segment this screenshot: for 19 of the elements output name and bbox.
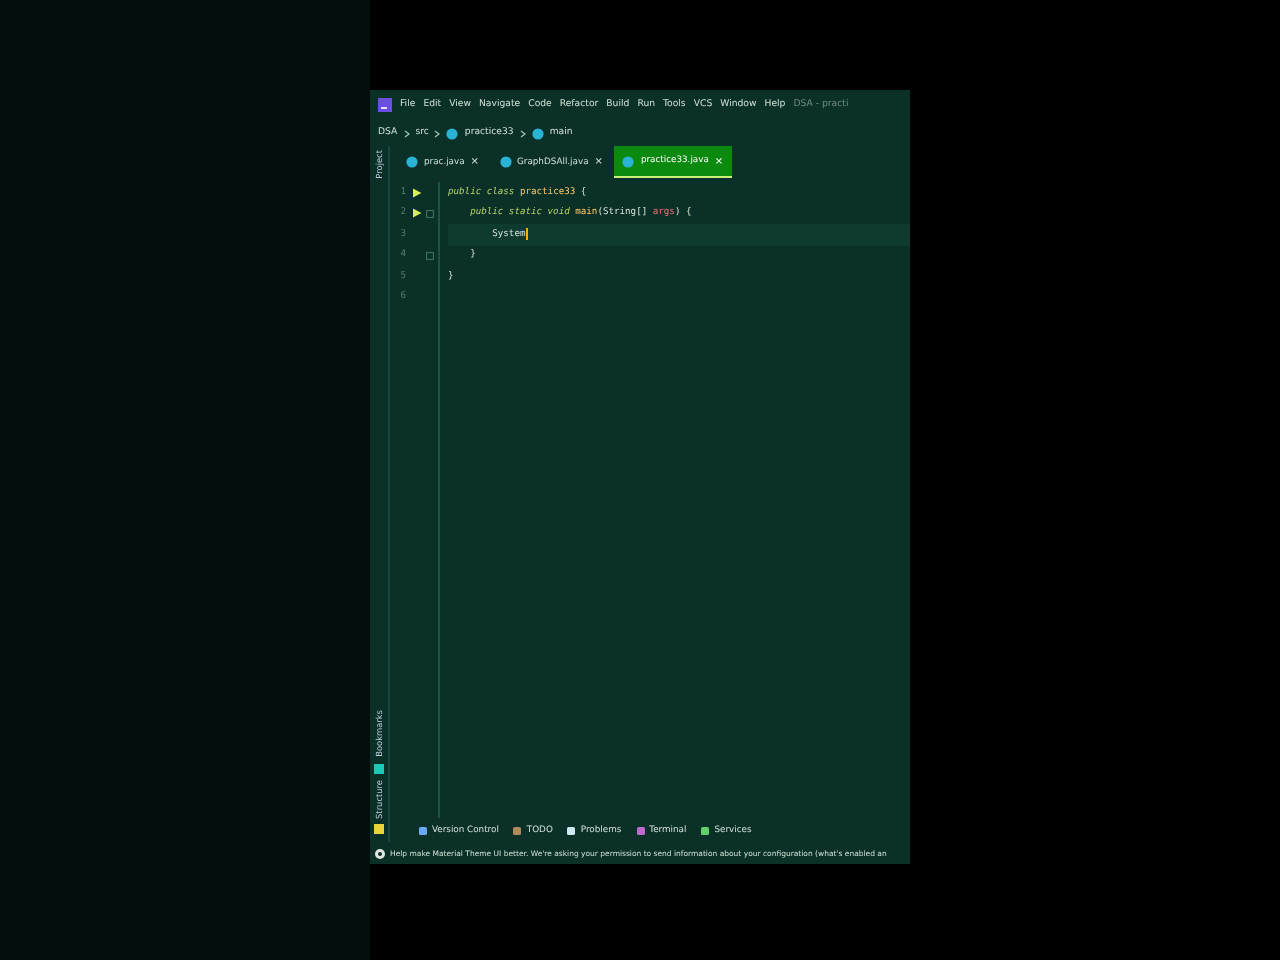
chevron-icon: [403, 129, 410, 137]
chevron-icon: [519, 129, 526, 137]
app-logo-icon: [378, 98, 392, 112]
tool-icon: [566, 825, 577, 835]
fold-icon[interactable]: [426, 251, 434, 260]
class-icon: [499, 156, 511, 168]
class-icon: [622, 155, 635, 167]
fold-icon[interactable]: [426, 209, 434, 218]
tool-icon: [512, 825, 523, 835]
tool-icon: [418, 825, 428, 835]
text-cursor: [525, 228, 528, 241]
run-icon[interactable]: [412, 208, 422, 219]
class-icon: [406, 156, 418, 168]
tool-icon: [635, 825, 646, 835]
class-icon: [531, 127, 544, 139]
run-icon[interactable]: [412, 187, 422, 198]
tool-icon: [700, 825, 711, 835]
class-icon: [446, 127, 459, 139]
chevron-icon: [434, 129, 441, 137]
